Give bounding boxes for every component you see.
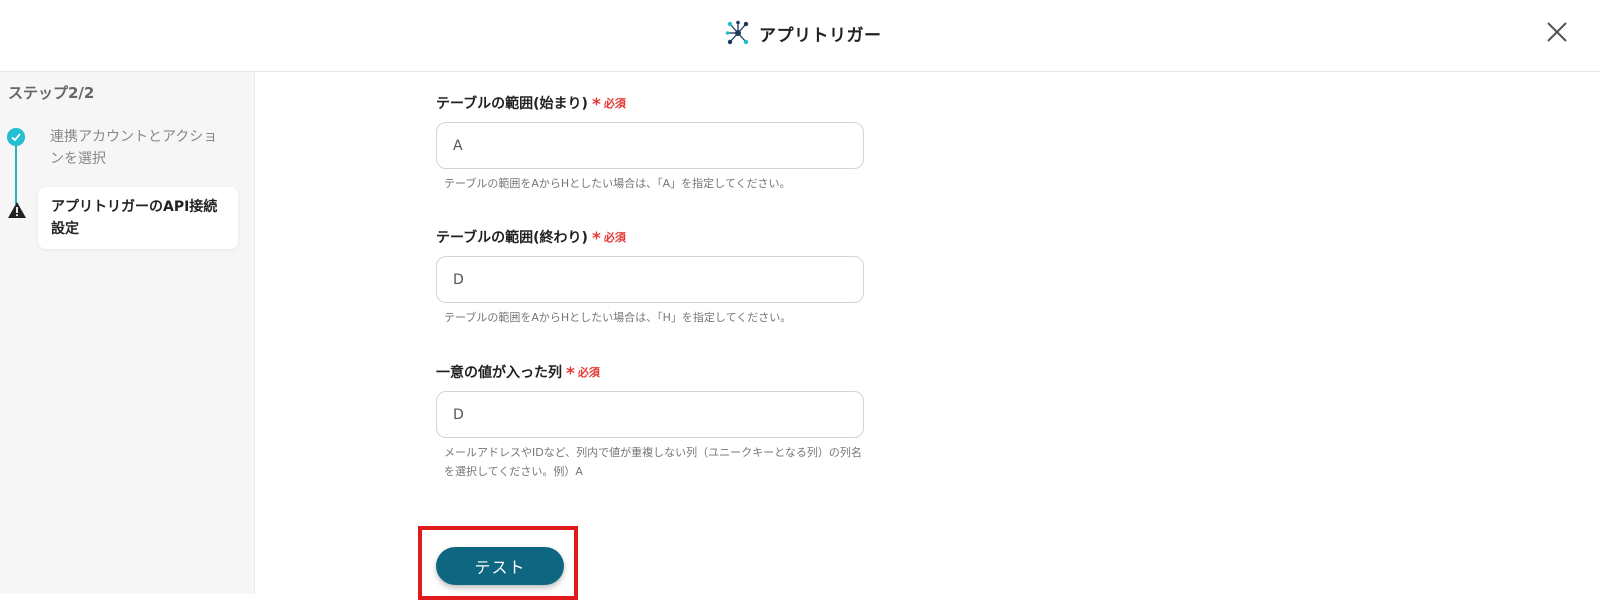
steps-sidebar: ステップ2/2 連携アカウントとアクションを選択 アプリトリガーのAPI接続設定	[0, 72, 255, 594]
close-icon[interactable]	[1545, 20, 1569, 44]
field-label-row: 一意の値が入った列 * 必須	[436, 361, 866, 384]
modal-header: アプリトリガー	[0, 0, 1600, 72]
input-value: A	[453, 137, 463, 154]
sidebar-step-api-settings[interactable]: アプリトリガーのAPI接続設定	[38, 187, 238, 249]
field-help-text: テーブルの範囲をAからHとしたい場合は、「A」を指定してください。	[444, 177, 791, 190]
range-end-field: テーブルの範囲(終わり) * 必須 D テーブルの範囲をAからHとしたい場合は、…	[436, 226, 866, 327]
field-label-row: テーブルの範囲(始まり) * 必須	[436, 92, 866, 115]
test-button[interactable]: テスト	[436, 547, 564, 585]
field-help-text: テーブルの範囲をAからHとしたい場合は、「H」を指定してください。	[444, 311, 792, 324]
field-label: テーブルの範囲(終わり)	[436, 230, 588, 246]
sidebar-step-label: アプリトリガーのAPI接続設定	[51, 199, 218, 237]
check-circle-icon	[7, 128, 25, 146]
unique-column-input[interactable]: D	[436, 391, 864, 438]
sidebar-step-select-action[interactable]: 連携アカウントとアクションを選択	[50, 126, 230, 170]
header-title: アプリトリガー	[759, 25, 882, 46]
input-value: D	[453, 271, 464, 288]
field-help-text: メールアドレスやIDなど、列内で値が重複しない列（ユニークキーとなる列）の列名を…	[444, 446, 862, 478]
required-badge: 必須	[577, 366, 600, 379]
timeline-connector	[15, 144, 17, 204]
range-start-field: テーブルの範囲(始まり) * 必須 A テーブルの範囲をAからHとしたい場合は、…	[436, 92, 866, 193]
range-start-input[interactable]: A	[436, 122, 864, 169]
required-asterisk: *	[566, 364, 575, 384]
header-title-group: アプリトリガー	[725, 19, 882, 47]
range-end-input[interactable]: D	[436, 256, 864, 303]
required-badge: 必須	[603, 231, 626, 244]
field-label: テーブルの範囲(始まり)	[436, 96, 588, 112]
required-asterisk: *	[591, 95, 601, 115]
input-value: D	[453, 406, 464, 423]
network-nodes-icon	[725, 20, 749, 45]
field-label-row: テーブルの範囲(終わり) * 必須	[436, 226, 866, 249]
unique-column-field: 一意の値が入った列 * 必須 D メールアドレスやIDなど、列内で値が重複しない…	[436, 361, 866, 481]
step-count: ステップ2/2	[8, 84, 95, 102]
warning-icon	[8, 202, 26, 218]
required-asterisk: *	[591, 229, 601, 249]
field-label: 一意の値が入った列	[436, 365, 562, 381]
required-badge: 必須	[603, 97, 626, 110]
